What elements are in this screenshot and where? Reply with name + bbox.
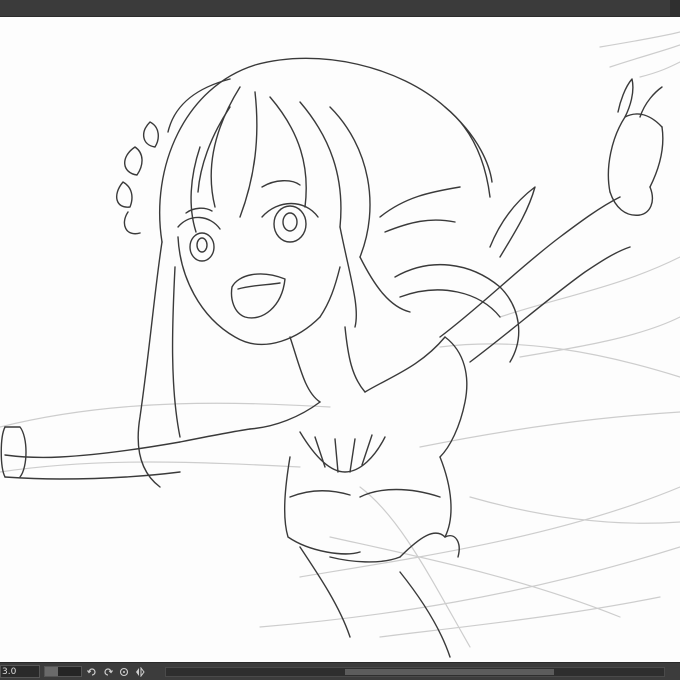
undo-icon[interactable] — [86, 666, 98, 678]
scrollbar-thumb[interactable] — [345, 669, 555, 675]
status-bar: 3.0 — [0, 662, 680, 680]
horizontal-scrollbar[interactable] — [165, 667, 665, 677]
flip-horizontal-icon[interactable] — [134, 666, 146, 678]
top-toolbar — [0, 0, 680, 17]
redo-icon[interactable] — [102, 666, 114, 678]
zoom-slider[interactable] — [44, 666, 82, 677]
reset-rotation-icon[interactable] — [118, 666, 130, 678]
drawing-canvas[interactable] — [0, 17, 680, 662]
panel-corner-tab[interactable] — [670, 0, 680, 16]
zoom-slider-fill — [45, 667, 58, 676]
clean-line-art — [0, 57, 664, 658]
line-art-drawing — [0, 31, 680, 658]
paint-app-window: 3.0 — [0, 0, 680, 680]
sketch-lines — [0, 31, 680, 648]
zoom-input[interactable]: 3.0 — [0, 665, 40, 678]
